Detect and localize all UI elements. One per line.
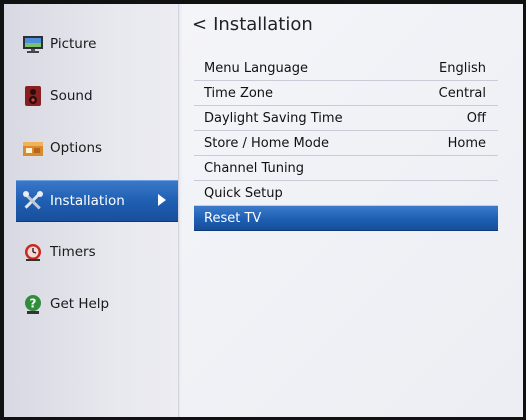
row-label: Daylight Saving Time [204, 110, 343, 126]
row-label: Channel Tuning [204, 160, 305, 176]
submenu-arrow-icon [158, 194, 166, 206]
sidebar-item-picture[interactable]: Picture [16, 24, 180, 64]
svg-text:?: ? [30, 297, 37, 311]
sidebar-item-installation[interactable]: Installation [16, 180, 178, 222]
sidebar-item-label: Installation [50, 193, 125, 209]
sidebar-item-label: Sound [50, 88, 93, 104]
menu-row-time-zone[interactable]: Time Zone Central [194, 81, 498, 106]
row-label: Quick Setup [204, 185, 283, 201]
sidebar-item-timers[interactable]: Timers [16, 232, 180, 272]
row-value: Home [447, 135, 486, 151]
menu-row-reset-tv[interactable]: Reset TV [194, 206, 498, 231]
settings-list: Menu Language English Time Zone Central … [194, 56, 498, 231]
installation-panel: < Installation Menu Language English Tim… [182, 4, 523, 417]
row-label: Reset TV [204, 210, 262, 226]
sidebar-item-label: Timers [50, 244, 96, 260]
page-title: < Installation [192, 14, 313, 35]
menu-row-channel-tuning[interactable]: Channel Tuning [194, 156, 498, 181]
sidebar-item-options[interactable]: Options [16, 128, 180, 168]
monitor-icon [22, 33, 44, 55]
menu-row-menu-language[interactable]: Menu Language English [194, 56, 498, 81]
menu-row-daylight-saving-time[interactable]: Daylight Saving Time Off [194, 106, 498, 131]
options-box-icon [22, 137, 44, 159]
page-title-text: Installation [213, 14, 313, 35]
row-label: Menu Language [204, 60, 308, 76]
sidebar-item-sound[interactable]: Sound [16, 76, 180, 116]
speaker-icon [22, 85, 44, 107]
alarm-clock-icon [22, 241, 44, 263]
tv-menu-screen: Picture Sound Options Installation Timer… [4, 4, 523, 417]
help-icon: ? [22, 293, 44, 315]
tools-icon [22, 190, 44, 212]
back-chevron-icon[interactable]: < [192, 14, 207, 35]
row-value: Central [438, 85, 486, 101]
row-value: Off [466, 110, 486, 126]
menu-row-store-home-mode[interactable]: Store / Home Mode Home [194, 131, 498, 156]
sidebar-item-label: Options [50, 140, 103, 156]
menu-row-quick-setup[interactable]: Quick Setup [194, 181, 498, 206]
sidebar-item-label: Picture [50, 36, 97, 52]
sidebar-item-get-help[interactable]: ? Get Help [16, 284, 180, 324]
row-value: English [439, 60, 486, 76]
row-label: Time Zone [204, 85, 274, 101]
row-label: Store / Home Mode [204, 135, 329, 151]
sidebar-item-label: Get Help [50, 296, 110, 312]
sidebar: Picture Sound Options Installation Timer… [4, 4, 180, 417]
